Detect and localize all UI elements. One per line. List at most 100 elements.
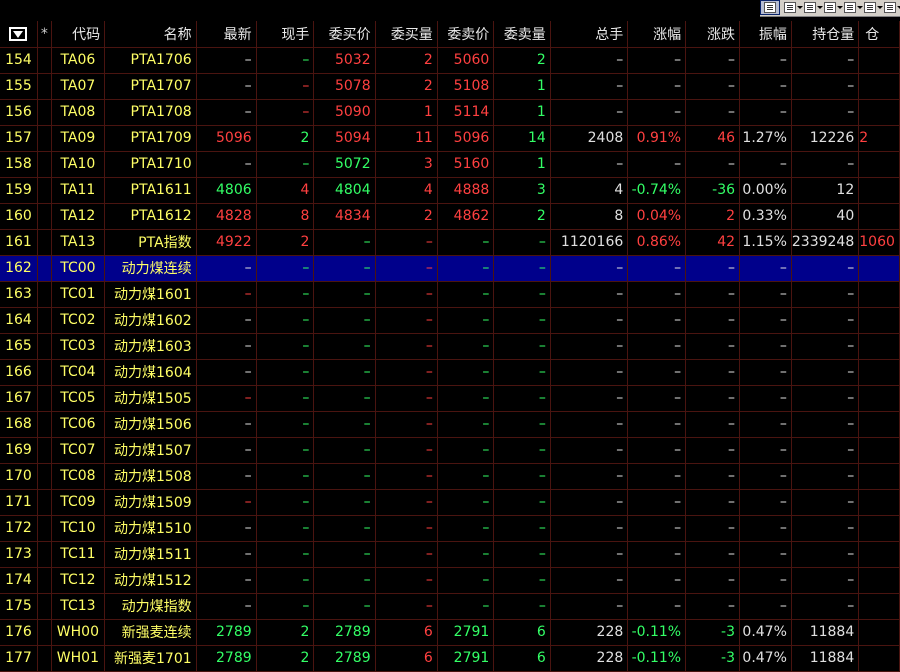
header-ask-vol[interactable]: 委卖量 [493, 21, 551, 48]
row-index: 165 [0, 333, 38, 360]
cell-chg-pct: – [627, 151, 687, 178]
cell-bid-vol: – [375, 255, 438, 282]
cell-chg: 46 [685, 125, 741, 152]
table-row[interactable]: 172 TC10 动力煤1510– – – – – – – – – – – [0, 515, 900, 542]
table-row[interactable]: 166 TC04 动力煤1604– – – – – – – – – – – [0, 359, 900, 386]
cell-oi: – [791, 359, 860, 386]
cell-chg-pct: 0.86% [627, 229, 687, 256]
cell-chg: – [685, 411, 741, 438]
draw-tool-button[interactable] [760, 0, 780, 15]
cell-ask: – [437, 255, 495, 282]
cell-ask-vol: – [493, 437, 551, 464]
cell-amp: – [739, 73, 792, 100]
table-row[interactable]: 174 TC12 动力煤1512– – – – – – – – – – – [0, 567, 900, 594]
row-index: 155 [0, 73, 38, 100]
table-button[interactable] [880, 0, 900, 15]
sort-dropdown-icon[interactable] [9, 27, 28, 42]
chart-button[interactable] [840, 0, 863, 15]
cell-more [858, 593, 900, 620]
table-row[interactable]: 158 TA10 PTA1710– –5072 3 5160 1– – – – – [0, 151, 900, 178]
row-code: TA08 [51, 99, 106, 126]
header-more[interactable]: 仓 [858, 21, 900, 48]
header-star[interactable]: * [37, 21, 52, 48]
cell-amp: 0.47% [739, 619, 792, 646]
cell-oi: – [791, 307, 860, 334]
cell-chg-pct: – [627, 255, 687, 282]
table-row[interactable]: 177 WH01 新强麦1701 2789 2 2789 6 2791 6 228 -0.11% -3… [0, 645, 900, 672]
cell-ask-vol: – [493, 515, 551, 542]
row-star-cell [37, 333, 52, 360]
table-row[interactable]: 164 TC02 动力煤1602– – – – – – – – – – – [0, 307, 900, 334]
header-chg-pct[interactable]: 涨幅 [627, 21, 687, 48]
cell-ask-vol: 1 [493, 73, 551, 100]
table-row[interactable]: 165 TC03 动力煤1603– – – – – – – – – – – [0, 333, 900, 360]
cell-chg-pct: – [627, 489, 687, 516]
cell-last: – [196, 47, 257, 74]
cell-ask: – [437, 437, 495, 464]
table-row[interactable]: 163 TC01 动力煤1601– – – – – – – – – – – [0, 281, 900, 308]
cell-ask-vol: – [493, 593, 551, 620]
row-index: 164 [0, 307, 38, 334]
sort-header[interactable] [0, 21, 38, 48]
table-row[interactable]: 175 TC13 动力煤指数 – – – – – – – – – – – [0, 593, 900, 620]
header-name[interactable]: 名称 [104, 21, 197, 48]
table-row[interactable]: 161 TA13 PTA指数 4922 2– – – –1120166 0.86% 42 1.15%… [0, 229, 900, 256]
cell-vol-now: – [256, 151, 315, 178]
cell-vol-now: – [256, 567, 315, 594]
row-name: 动力煤连续 [104, 255, 197, 282]
table-row[interactable]: 155 TA07 PTA1707– –5078 2 5108 1– – – – – [0, 73, 900, 100]
cell-ask-vol: – [493, 385, 551, 412]
cell-chg: – [685, 567, 741, 594]
header-bid[interactable]: 委买价 [313, 21, 376, 48]
row-star-cell [37, 47, 52, 74]
table-row[interactable]: 159 TA11 PTA1611 4806 4 4804 4 4888 3 4 -0.74% -36 0… [0, 177, 900, 204]
cell-ask-vol: – [493, 229, 551, 256]
pencil-button[interactable] [780, 0, 803, 15]
header-ask[interactable]: 委卖价 [437, 21, 495, 48]
row-star-cell [37, 359, 52, 386]
cell-vol-now: 8 [256, 203, 315, 230]
table-row[interactable]: 170 TC08 动力煤1508– – – – – – – – – – – [0, 463, 900, 490]
cell-vol-now: – [256, 99, 315, 126]
table-row[interactable]: 167 TC05 动力煤1505– – – – – – – – – – – [0, 385, 900, 412]
header-amp[interactable]: 振幅 [739, 21, 792, 48]
cell-ask: – [437, 515, 495, 542]
row-star-cell [37, 281, 52, 308]
header-chg[interactable]: 涨跌 [685, 21, 741, 48]
header-code[interactable]: 代码 [51, 21, 106, 48]
header-vol-now[interactable]: 现手 [256, 21, 315, 48]
cell-ask: – [437, 281, 495, 308]
table-row[interactable]: 171 TC09 动力煤1509– – – – – – – – – – – [0, 489, 900, 516]
cell-vol-now: 2 [256, 619, 315, 646]
cell-bid: – [313, 359, 376, 386]
header-bid-vol[interactable]: 委买量 [375, 21, 438, 48]
table-row[interactable]: 173 TC11 动力煤1511– – – – – – – – – – – [0, 541, 900, 568]
header-total[interactable]: 总手 [550, 21, 629, 48]
table-row[interactable]: 162 TC00 动力煤连续 – – – – – – – – – – – [0, 255, 900, 282]
cell-vol-now: – [256, 437, 315, 464]
cell-ask-vol: – [493, 463, 551, 490]
cell-chg-pct: – [627, 437, 687, 464]
cell-total: – [550, 47, 629, 74]
cell-more [858, 177, 900, 204]
cell-ask-vol: – [493, 411, 551, 438]
cell-total: 228 [550, 645, 629, 672]
table-row[interactable]: 154 TA06 PTA1706– –5032 2 5060 2– – – – – [0, 47, 900, 74]
table-row[interactable]: 168 TC06 动力煤1506– – – – – – – – – – – [0, 411, 900, 438]
cell-vol-now: – [256, 593, 315, 620]
cell-bid-vol: – [375, 307, 438, 334]
header-oi[interactable]: 持仓量 [791, 21, 860, 48]
column-button[interactable] [820, 0, 843, 15]
cell-amp: – [739, 255, 792, 282]
grid-button[interactable] [860, 0, 883, 15]
cell-more [858, 619, 900, 646]
table-row[interactable]: 160 TA12 PTA1612 4828 8 4834 2 4862 2 8 0.04% 2 0.33… [0, 203, 900, 230]
table-row[interactable]: 169 TC07 动力煤1507– – – – – – – – – – – [0, 437, 900, 464]
table-row[interactable]: 176 WH00 新强麦连续 2789 2 2789 6 2791 6 228 -0.11% -3 0.… [0, 619, 900, 646]
table-row[interactable]: 157 TA09 PTA1709 5096 2 5094 11 5096 14 2408 0.91%… [0, 125, 900, 152]
header-last[interactable]: 最新 [196, 21, 257, 48]
table-row[interactable]: 156 TA08 PTA1708– –5090 1 5114 1– – – – – [0, 99, 900, 126]
chart-icon [844, 2, 856, 13]
cell-ask-vol: 2 [493, 47, 551, 74]
list-button[interactable] [800, 0, 823, 15]
